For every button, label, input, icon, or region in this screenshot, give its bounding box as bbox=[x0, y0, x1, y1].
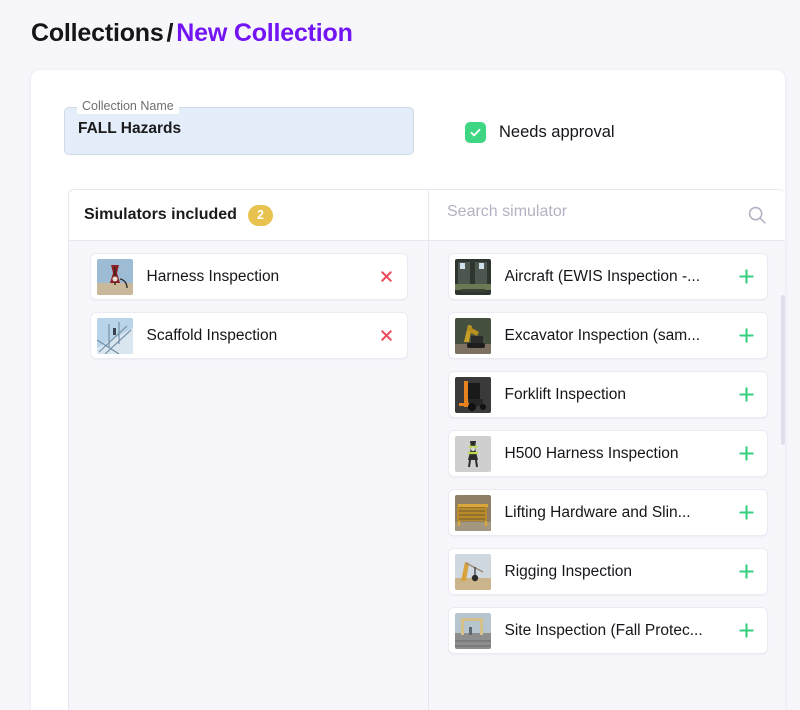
included-title: Simulators included bbox=[84, 206, 237, 223]
close-icon bbox=[381, 271, 392, 282]
collection-form: Collection Name Needs approval bbox=[31, 70, 785, 190]
list-item[interactable]: Forklift Inspection bbox=[447, 371, 768, 418]
add-simulator-button[interactable] bbox=[730, 319, 764, 353]
add-simulator-button[interactable] bbox=[730, 437, 764, 471]
close-icon bbox=[381, 330, 392, 341]
needs-approval-label: Needs approval bbox=[499, 123, 615, 141]
rigging-thumb bbox=[454, 553, 491, 590]
list-item[interactable]: Scaffold Inspection bbox=[89, 312, 408, 359]
search-input[interactable] bbox=[447, 203, 727, 221]
list-item[interactable]: Lifting Hardware and Slin... bbox=[447, 489, 768, 536]
breadcrumb-root[interactable]: Collections bbox=[31, 19, 164, 47]
included-list: Harness Inspection Scaffold Inspection bbox=[69, 241, 428, 710]
plus-icon bbox=[739, 505, 754, 520]
h500-thumb bbox=[454, 435, 491, 472]
plus-icon bbox=[739, 564, 754, 579]
included-column: Simulators included 2 Harness Inspection… bbox=[69, 190, 429, 710]
add-simulator-button[interactable] bbox=[730, 260, 764, 294]
search-bar[interactable] bbox=[429, 190, 785, 241]
list-item[interactable]: Excavator Inspection (sam... bbox=[447, 312, 768, 359]
add-simulator-button[interactable] bbox=[730, 496, 764, 530]
remove-simulator-button[interactable] bbox=[370, 260, 404, 294]
list-item[interactable]: Rigging Inspection bbox=[447, 548, 768, 595]
collection-name-input[interactable] bbox=[78, 120, 398, 138]
excavator-thumb bbox=[454, 317, 491, 354]
scaffold-thumb bbox=[96, 317, 133, 354]
breadcrumb-separator: / bbox=[166, 19, 174, 47]
collection-name-label: Collection Name bbox=[77, 99, 179, 114]
add-simulator-button[interactable] bbox=[730, 378, 764, 412]
list-item[interactable]: Site Inspection (Fall Protec... bbox=[447, 607, 768, 654]
plus-icon bbox=[739, 269, 754, 284]
plus-icon bbox=[739, 387, 754, 402]
breadcrumb-current: New Collection bbox=[176, 19, 353, 47]
list-item-label: Excavator Inspection (sam... bbox=[504, 326, 701, 344]
forklift-thumb bbox=[454, 376, 491, 413]
list-item-label: Aircraft (EWIS Inspection -... bbox=[504, 267, 701, 285]
included-header: Simulators included 2 bbox=[69, 190, 428, 241]
available-column: Aircraft (EWIS Inspection -... Excavator … bbox=[429, 190, 785, 710]
list-item[interactable]: H500 Harness Inspection bbox=[447, 430, 768, 477]
check-icon bbox=[470, 128, 481, 137]
lifting-thumb bbox=[454, 494, 491, 531]
list-item-label: H500 Harness Inspection bbox=[504, 444, 679, 462]
available-list[interactable]: Aircraft (EWIS Inspection -... Excavator … bbox=[429, 241, 785, 710]
collection-name-field[interactable]: Collection Name bbox=[64, 99, 414, 155]
list-item-label: Lifting Hardware and Slin... bbox=[504, 503, 691, 521]
site-thumb bbox=[454, 612, 491, 649]
list-item-label: Rigging Inspection bbox=[504, 562, 633, 580]
list-item-label: Site Inspection (Fall Protec... bbox=[504, 621, 703, 639]
search-icon[interactable] bbox=[746, 204, 768, 226]
add-simulator-button[interactable] bbox=[730, 614, 764, 648]
list-item[interactable]: Harness Inspection bbox=[89, 253, 408, 300]
list-item-label: Harness Inspection bbox=[146, 267, 280, 285]
list-scrollbar[interactable] bbox=[781, 295, 785, 445]
plus-icon bbox=[739, 623, 754, 638]
remove-simulator-button[interactable] bbox=[370, 319, 404, 353]
breadcrumb: Collections / New Collection bbox=[0, 0, 800, 50]
included-count-badge: 2 bbox=[247, 204, 273, 226]
collection-card: Collection Name Needs approval Simulator… bbox=[31, 70, 785, 710]
harness-thumb bbox=[96, 258, 133, 295]
aircraft-thumb bbox=[454, 258, 491, 295]
list-item[interactable]: Aircraft (EWIS Inspection -... bbox=[447, 253, 768, 300]
simulator-picker: Simulators included 2 Harness Inspection… bbox=[68, 189, 785, 710]
plus-icon bbox=[739, 328, 754, 343]
needs-approval-checkbox[interactable] bbox=[465, 122, 486, 143]
list-item-label: Scaffold Inspection bbox=[146, 326, 278, 344]
needs-approval-toggle[interactable]: Needs approval bbox=[465, 122, 615, 143]
add-simulator-button[interactable] bbox=[730, 555, 764, 589]
list-item-label: Forklift Inspection bbox=[504, 385, 626, 403]
plus-icon bbox=[739, 446, 754, 461]
